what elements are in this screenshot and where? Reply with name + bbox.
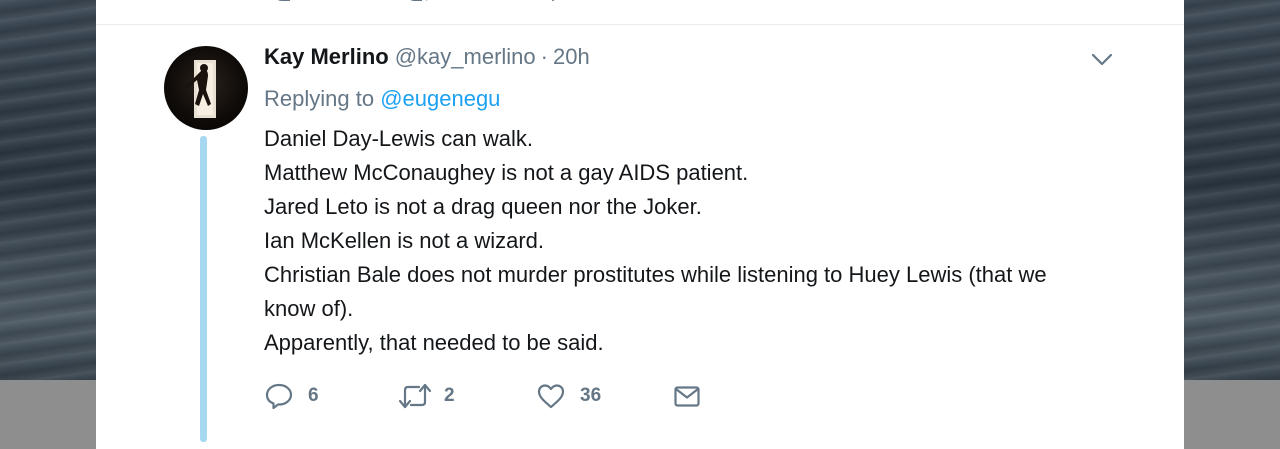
tweet-header: Kay Merlino @kay_merlino · 20h: [264, 44, 590, 74]
tweet-card: Kay Merlino @kay_merlino · 20h Replying …: [96, 0, 1184, 449]
envelope-icon: [674, 386, 700, 407]
reply-count: 6: [308, 385, 319, 406]
envelope-icon[interactable]: [678, 0, 704, 6]
speech-bubble-icon[interactable]: [270, 0, 296, 6]
author-handle[interactable]: @kay_merlino: [395, 44, 536, 70]
reply-mention-link[interactable]: @eugenegu: [380, 86, 500, 111]
separator: ·: [540, 44, 548, 69]
thread-line: [200, 136, 207, 442]
tweet-line: Ian McKellen is not a wizard.: [264, 228, 545, 253]
previous-tweet-actions: [96, 0, 1184, 6]
chevron-down-icon[interactable]: [1090, 48, 1114, 70]
avatar-photo: [184, 60, 216, 118]
heart-icon[interactable]: [540, 0, 566, 6]
divider: [96, 24, 1184, 25]
like-count: 36: [580, 385, 602, 406]
retweet-arrows-icon: [398, 383, 432, 409]
speech-bubble-icon: [265, 383, 293, 410]
tweet-line: Matthew McConaughey is not a gay AIDS pa…: [264, 160, 749, 185]
author-name[interactable]: Kay Merlino: [264, 44, 389, 70]
tweet-line: Daniel Day-Lewis can walk.: [264, 126, 533, 151]
tweet-text: Daniel Day-Lewis can walk. Matthew McCon…: [264, 122, 1094, 360]
timestamp[interactable]: 20h: [553, 44, 590, 70]
retweet-arrows-icon[interactable]: [406, 0, 436, 6]
tweet-line: Jared Leto is not a drag queen nor the J…: [264, 194, 702, 219]
tweet-line: Apparently, that needed to be said.: [264, 330, 604, 355]
heart-icon: [537, 384, 565, 409]
reply-button[interactable]: 6: [264, 378, 319, 414]
replying-prefix: Replying to: [264, 86, 375, 111]
retweet-button[interactable]: 2: [398, 378, 455, 414]
retweet-count: 2: [444, 385, 455, 406]
tweet-actions: 6 2 36: [264, 378, 744, 414]
replying-to: Replying to @eugenegu: [264, 86, 500, 112]
like-count-fragment: [580, 0, 600, 6]
direct-message-button[interactable]: [672, 378, 702, 414]
tweet-line: Christian Bale does not murder prostitut…: [264, 262, 1047, 321]
like-button[interactable]: 36: [536, 378, 601, 414]
avatar[interactable]: [164, 46, 248, 130]
